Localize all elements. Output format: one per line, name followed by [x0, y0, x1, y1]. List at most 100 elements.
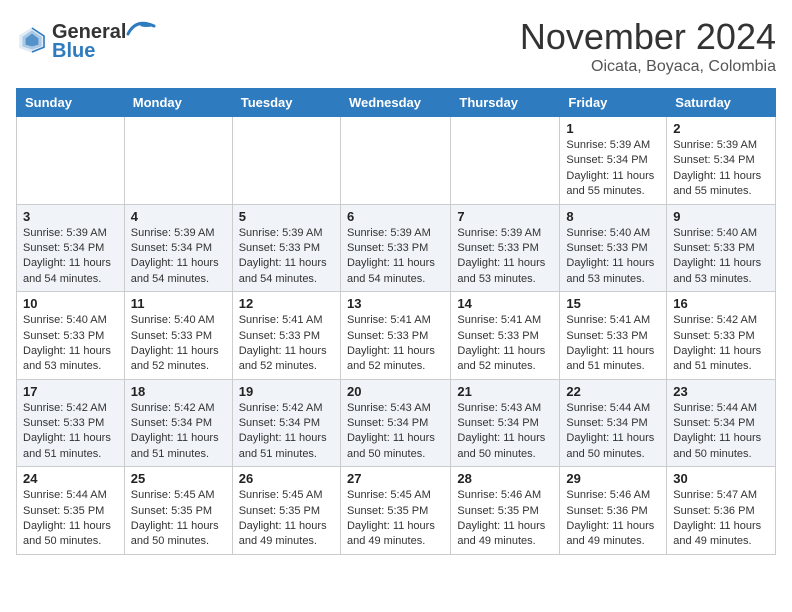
calendar-cell: 23Sunrise: 5:44 AM Sunset: 5:34 PM Dayli… [667, 379, 776, 467]
calendar-cell: 29 Sunrise: 5:46 AM Sunset: 5:36 PM Dayli… [560, 467, 667, 555]
calendar-cell: 24Sunrise: 5:44 AM Sunset: 5:35 PM Dayli… [17, 467, 125, 555]
day-info: Sunrise: 5:43 AM Sunset: 5:34 PM Dayligh… [347, 401, 444, 463]
day-number: 2 [673, 121, 769, 136]
day-info: Sunrise: 5:44 AM Sunset: 5:35 PM Dayligh… [23, 488, 118, 550]
day-info: Sunrise: 5:40 AM Sunset: 5:33 PM Dayligh… [673, 226, 769, 288]
day-number: 30 [673, 471, 769, 486]
weekday-header-tuesday: Tuesday [232, 89, 340, 117]
day-info: Sunrise: 5:39 AM Sunset: 5:33 PM Dayligh… [239, 226, 334, 288]
weekday-header-sunday: Sunday [17, 89, 125, 117]
day-info: Sunrise: 5:46 AM Sunset: 5:36 PM Dayligh… [566, 488, 660, 550]
calendar-cell: 26 Sunrise: 5:45 AM Sunset: 5:35 PM Dayli… [232, 467, 340, 555]
day-info: Sunrise: 5:39 AM Sunset: 5:34 PM Dayligh… [673, 138, 769, 200]
day-number: 12 [239, 296, 334, 311]
day-info: Sunrise: 5:42 AM Sunset: 5:34 PM Dayligh… [239, 401, 334, 463]
weekday-header-friday: Friday [560, 89, 667, 117]
day-info: Sunrise: 5:41 AM Sunset: 5:33 PM Dayligh… [566, 313, 660, 375]
calendar-cell [232, 117, 340, 205]
day-number: 8 [566, 209, 660, 224]
day-info: Sunrise: 5:47 AM Sunset: 5:36 PM Dayligh… [673, 488, 769, 550]
day-info: Sunrise: 5:42 AM Sunset: 5:33 PM Dayligh… [23, 401, 118, 463]
day-number: 20 [347, 384, 444, 399]
calendar-table: SundayMondayTuesdayWednesdayThursdayFrid… [16, 88, 776, 555]
weekday-header-saturday: Saturday [667, 89, 776, 117]
day-number: 19 [239, 384, 334, 399]
calendar-cell [340, 117, 450, 205]
page-header: General Blue November 2024 Oicata, Boyac… [16, 16, 776, 76]
calendar-cell: 21Sunrise: 5:43 AM Sunset: 5:34 PM Dayli… [451, 379, 560, 467]
day-number: 15 [566, 296, 660, 311]
day-number: 10 [23, 296, 118, 311]
day-info: Sunrise: 5:43 AM Sunset: 5:34 PM Dayligh… [457, 401, 553, 463]
logo-wing-icon [126, 16, 156, 38]
day-number: 4 [131, 209, 226, 224]
calendar-week-row: 17Sunrise: 5:42 AM Sunset: 5:33 PM Dayli… [17, 379, 776, 467]
calendar-cell: 7 Sunrise: 5:39 AM Sunset: 5:33 PM Daylig… [451, 204, 560, 292]
logo-text: General Blue [52, 16, 156, 63]
day-number: 6 [347, 209, 444, 224]
calendar-cell: 20 Sunrise: 5:43 AM Sunset: 5:34 PM Dayli… [340, 379, 450, 467]
calendar-cell [17, 117, 125, 205]
day-number: 11 [131, 296, 226, 311]
day-number: 1 [566, 121, 660, 136]
calendar-week-row: 24Sunrise: 5:44 AM Sunset: 5:35 PM Dayli… [17, 467, 776, 555]
calendar-cell: 27 Sunrise: 5:45 AM Sunset: 5:35 PM Dayli… [340, 467, 450, 555]
day-info: Sunrise: 5:40 AM Sunset: 5:33 PM Dayligh… [131, 313, 226, 375]
day-info: Sunrise: 5:45 AM Sunset: 5:35 PM Dayligh… [347, 488, 444, 550]
day-number: 9 [673, 209, 769, 224]
calendar-cell: 19 Sunrise: 5:42 AM Sunset: 5:34 PM Dayli… [232, 379, 340, 467]
calendar-cell: 13Sunrise: 5:41 AM Sunset: 5:33 PM Dayli… [340, 292, 450, 380]
day-info: Sunrise: 5:41 AM Sunset: 5:33 PM Dayligh… [239, 313, 334, 375]
calendar-cell: 1Sunrise: 5:39 AM Sunset: 5:34 PM Daylig… [560, 117, 667, 205]
day-number: 16 [673, 296, 769, 311]
day-info: Sunrise: 5:42 AM Sunset: 5:33 PM Dayligh… [673, 313, 769, 375]
calendar-cell: 28 Sunrise: 5:46 AM Sunset: 5:35 PM Dayli… [451, 467, 560, 555]
title-section: November 2024 Oicata, Boyaca, Colombia [520, 16, 776, 76]
calendar-week-row: 10 Sunrise: 5:40 AM Sunset: 5:33 PM Dayli… [17, 292, 776, 380]
calendar-week-row: 3Sunrise: 5:39 AM Sunset: 5:34 PM Daylig… [17, 204, 776, 292]
day-number: 26 [239, 471, 334, 486]
calendar-cell: 17Sunrise: 5:42 AM Sunset: 5:33 PM Dayli… [17, 379, 125, 467]
calendar-week-row: 1 Sunrise: 5:39 AM Sunset: 5:34 PM Daylig… [17, 117, 776, 205]
day-info: Sunrise: 5:46 AM Sunset: 5:35 PM Dayligh… [457, 488, 553, 550]
weekday-header-wednesday: Wednesday [340, 89, 450, 117]
day-number: 14 [457, 296, 553, 311]
calendar-cell: 4 Sunrise: 5:39 AM Sunset: 5:34 PM Daylig… [124, 204, 232, 292]
weekday-header-monday: Monday [124, 89, 232, 117]
day-info: Sunrise: 5:39 AM Sunset: 5:33 PM Dayligh… [347, 226, 444, 288]
calendar-cell: 8 Sunrise: 5:40 AM Sunset: 5:33 PM Daylig… [560, 204, 667, 292]
calendar-cell: 10 Sunrise: 5:40 AM Sunset: 5:33 PM Dayli… [17, 292, 125, 380]
day-number: 18 [131, 384, 226, 399]
day-info: Sunrise: 5:44 AM Sunset: 5:34 PM Dayligh… [566, 401, 660, 463]
day-info: Sunrise: 5:39 AM Sunset: 5:33 PM Dayligh… [457, 226, 553, 288]
day-number: 23 [673, 384, 769, 399]
day-info: Sunrise: 5:45 AM Sunset: 5:35 PM Dayligh… [131, 488, 226, 550]
day-info: Sunrise: 5:42 AM Sunset: 5:34 PM Dayligh… [131, 401, 226, 463]
calendar-cell: 16 Sunrise: 5:42 AM Sunset: 5:33 PM Dayli… [667, 292, 776, 380]
calendar-header-row: SundayMondayTuesdayWednesdayThursdayFrid… [17, 89, 776, 117]
calendar-cell: 5Sunrise: 5:39 AM Sunset: 5:33 PM Daylig… [232, 204, 340, 292]
calendar-cell: 14Sunrise: 5:41 AM Sunset: 5:33 PM Dayli… [451, 292, 560, 380]
day-number: 27 [347, 471, 444, 486]
calendar-cell: 2 Sunrise: 5:39 AM Sunset: 5:34 PM Daylig… [667, 117, 776, 205]
day-number: 22 [566, 384, 660, 399]
calendar-cell: 3Sunrise: 5:39 AM Sunset: 5:34 PM Daylig… [17, 204, 125, 292]
day-info: Sunrise: 5:39 AM Sunset: 5:34 PM Dayligh… [131, 226, 226, 288]
day-number: 29 [566, 471, 660, 486]
day-info: Sunrise: 5:39 AM Sunset: 5:34 PM Dayligh… [23, 226, 118, 288]
day-info: Sunrise: 5:45 AM Sunset: 5:35 PM Dayligh… [239, 488, 334, 550]
calendar-cell: 30 Sunrise: 5:47 AM Sunset: 5:36 PM Dayli… [667, 467, 776, 555]
day-info: Sunrise: 5:40 AM Sunset: 5:33 PM Dayligh… [23, 313, 118, 375]
day-info: Sunrise: 5:41 AM Sunset: 5:33 PM Dayligh… [347, 313, 444, 375]
calendar-cell [124, 117, 232, 205]
calendar-cell: 9 Sunrise: 5:40 AM Sunset: 5:33 PM Daylig… [667, 204, 776, 292]
month-title: November 2024 [520, 16, 776, 58]
day-number: 7 [457, 209, 553, 224]
calendar-cell: 15 Sunrise: 5:41 AM Sunset: 5:33 PM Dayli… [560, 292, 667, 380]
calendar-cell [451, 117, 560, 205]
day-number: 28 [457, 471, 553, 486]
weekday-header-thursday: Thursday [451, 89, 560, 117]
calendar-cell: 12 Sunrise: 5:41 AM Sunset: 5:33 PM Dayli… [232, 292, 340, 380]
day-info: Sunrise: 5:40 AM Sunset: 5:33 PM Dayligh… [566, 226, 660, 288]
logo-icon [16, 24, 48, 56]
